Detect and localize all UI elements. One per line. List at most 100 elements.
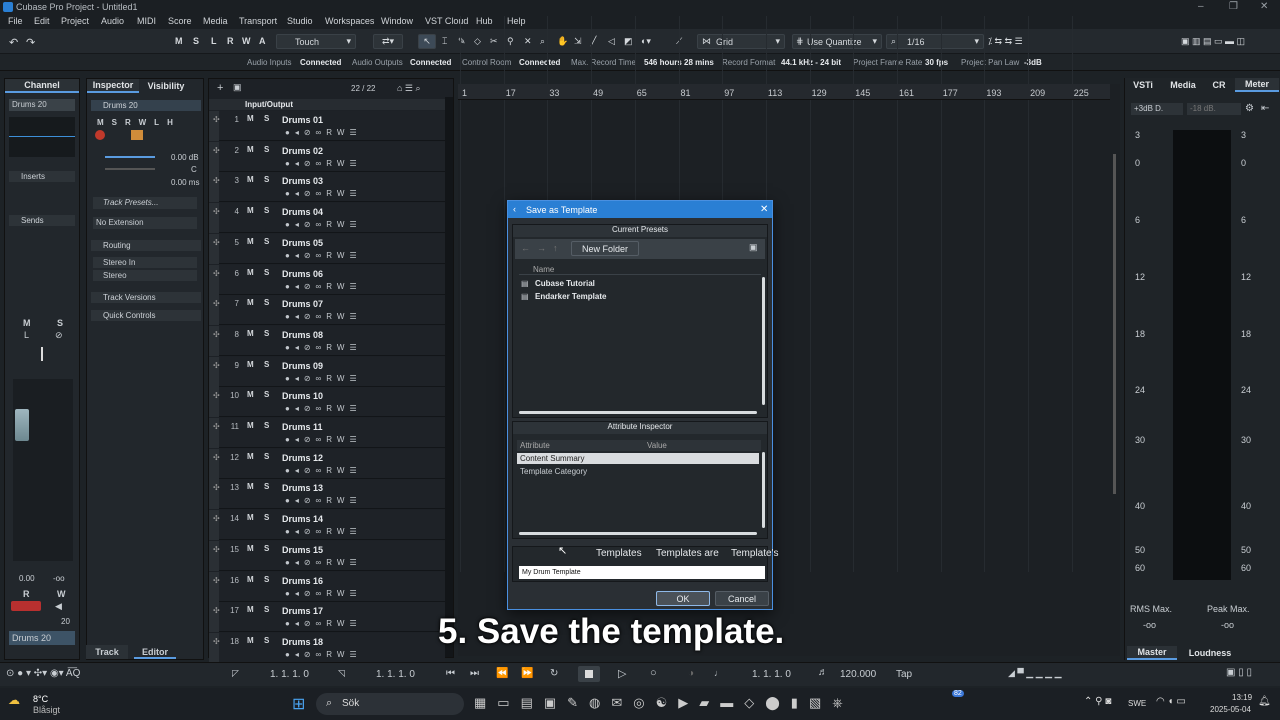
track-folder-icon[interactable]: ▣ <box>233 82 242 93</box>
tab-meter[interactable]: Meter <box>1235 78 1279 92</box>
channel-mute-button[interactable]: M <box>23 318 31 328</box>
play-tool-icon[interactable]: ◁ <box>608 36 615 47</box>
menu-audio[interactable]: Audio <box>101 16 124 26</box>
track-row[interactable]: ✣ 7 M S Drums 07 ●◂⊘∞RW☰ <box>209 295 445 326</box>
track-row[interactable]: ✣ 12 M S Drums 12 ●◂⊘∞RW☰ <box>209 448 445 479</box>
meter-db-select[interactable]: +3dB D. <box>1131 103 1183 115</box>
track-row[interactable]: ✣ 3 M S Drums 03 ●◂⊘∞RW☰ <box>209 172 445 203</box>
inspector-volume-slider[interactable] <box>105 156 155 158</box>
right-locator-icon[interactable]: ◹ <box>338 668 345 679</box>
track-row[interactable]: ✣ 8 M S Drums 08 ●◂⊘∞RW☰ <box>209 325 445 356</box>
ok-button[interactable]: OK <box>656 591 710 606</box>
maximize-icon[interactable]: ❐ <box>1229 1 1238 12</box>
track-solo-button[interactable]: S <box>264 390 269 399</box>
track-expand-icon[interactable]: ✣ <box>213 637 220 646</box>
tab-loudness[interactable]: Loudness <box>1185 646 1235 660</box>
track-expand-icon[interactable]: ✣ <box>213 545 220 554</box>
track-expand-icon[interactable]: ✣ <box>213 299 220 308</box>
color-menu-icon[interactable]: ◐▾ <box>641 36 651 47</box>
track-mute-button[interactable]: M <box>247 114 254 123</box>
track-expand-icon[interactable]: ✣ <box>213 207 220 216</box>
track-name[interactable]: Drums 15 <box>282 545 323 555</box>
track-mute-button[interactable]: M <box>247 175 254 184</box>
tab-cr[interactable]: CR <box>1207 78 1231 92</box>
tempo-track-icon[interactable]: ♬ <box>818 667 828 678</box>
track-expand-icon[interactable]: ✣ <box>213 422 220 431</box>
inspector-msrw-buttons[interactable]: MSRWLH <box>97 118 181 127</box>
layout-icons[interactable]: ▣ ▥ ▤ ▭ ▬ ◫ <box>1181 36 1245 47</box>
timeline-ruler[interactable]: 1 17 33 49 65 81 97 113 129 145 161 177 193 209 225 <box>458 84 1114 100</box>
pointer-tool-icon[interactable]: ↖ <box>418 34 436 49</box>
metronome-icon[interactable]: ♩ <box>714 668 723 678</box>
mute-mode-button[interactable]: M <box>175 36 183 46</box>
channel-read-button[interactable]: R <box>23 589 30 599</box>
track-mute-button[interactable]: M <box>247 482 254 491</box>
track-controls[interactable]: ●◂⊘∞RW☰ <box>285 558 362 567</box>
nav-forward-icon[interactable]: → <box>537 243 546 253</box>
right-locator-value[interactable]: 1. 1. 1. 0 <box>376 669 415 680</box>
track-expand-icon[interactable]: ✣ <box>213 606 220 615</box>
inspector-pan-slider[interactable] <box>105 168 155 170</box>
channel-pan-knob[interactable] <box>41 347 43 361</box>
track-controls[interactable]: ●◂⊘∞RW☰ <box>285 589 362 598</box>
track-expand-icon[interactable]: ✣ <box>213 176 220 185</box>
track-name[interactable]: Drums 05 <box>282 238 323 248</box>
track-row[interactable]: ✣ 5 M S Drums 05 ●◂⊘∞RW☰ <box>209 233 445 264</box>
track-controls[interactable]: ●◂⊘∞RW☰ <box>285 527 362 536</box>
channel-monitor-icon[interactable]: ◀ <box>55 601 62 612</box>
snap-type-select[interactable]: ⋈ Grid ▾ <box>697 34 785 49</box>
track-solo-button[interactable]: S <box>264 268 269 277</box>
track-solo-button[interactable]: S <box>264 421 269 430</box>
track-mute-button[interactable]: M <box>247 237 254 246</box>
track-solo-button[interactable]: S <box>264 482 269 491</box>
quantize-value-select[interactable]: ⌕ 1/16 ▾ <box>886 34 984 49</box>
routing-input-select[interactable]: Stereo In <box>93 257 197 268</box>
track-row[interactable]: ✣ 1 M S Drums 01 ●◂⊘∞RW☰ <box>209 111 445 141</box>
windows-start-icon[interactable]: ⊞ <box>292 694 305 714</box>
track-controls[interactable]: ●◂⊘∞RW☰ <box>285 282 362 291</box>
track-solo-button[interactable]: S <box>264 605 269 614</box>
track-name[interactable]: Drums 17 <box>282 606 323 616</box>
track-mute-button[interactable]: M <box>247 605 254 614</box>
menu-score[interactable]: Score <box>168 16 192 26</box>
track-row[interactable]: ✣ 13 M S Drums 13 ●◂⊘∞RW☰ <box>209 479 445 510</box>
track-solo-button[interactable]: S <box>264 145 269 154</box>
suggestion-item[interactable]: Templates <box>596 548 642 559</box>
track-solo-button[interactable]: S <box>264 329 269 338</box>
collapse-icon[interactable]: ⇤ <box>1261 103 1269 114</box>
track-name[interactable]: Drums 08 <box>282 330 323 340</box>
track-mute-button[interactable]: M <box>247 421 254 430</box>
tab-editor[interactable]: Editor <box>134 645 176 659</box>
taskbar-app-icons[interactable]: ▦▭▤▣✎◍✉◎☯▶▰▬◇⬤▮▧⎈ <box>474 695 854 711</box>
track-solo-button[interactable]: S <box>264 544 269 553</box>
track-mute-button[interactable]: M <box>247 390 254 399</box>
track-controls[interactable]: ●◂⊘∞RW☰ <box>285 650 362 659</box>
split-tool-icon[interactable]: ✂ <box>490 36 498 47</box>
track-name[interactable]: Drums 06 <box>282 269 323 279</box>
track-name[interactable]: Drums 14 <box>282 514 323 524</box>
tab-media[interactable]: Media <box>1163 78 1203 92</box>
track-expand-icon[interactable]: ✣ <box>213 483 220 492</box>
menu-file[interactable]: File <box>8 16 23 26</box>
tab-vsti[interactable]: VSTi <box>1127 78 1159 92</box>
zoom-tool-icon[interactable]: ⌕ <box>540 36 545 47</box>
channel-write-button[interactable]: W <box>57 589 66 599</box>
folder-track-row[interactable]: Input/Output <box>209 99 445 110</box>
new-folder-button[interactable]: New Folder <box>571 241 639 256</box>
taskbar-search[interactable]: ⌕ Sök <box>316 693 464 715</box>
weather-icon[interactable]: ☁ <box>8 693 20 707</box>
track-mute-button[interactable]: M <box>247 268 254 277</box>
track-list-scrollbar[interactable] <box>445 97 453 657</box>
presets-v-scrollbar[interactable] <box>762 277 765 405</box>
track-controls[interactable]: ●◂⊘∞RW☰ <box>285 189 362 198</box>
listen-mode-button[interactable]: L <box>211 36 217 46</box>
track-row[interactable]: ✣ 11 M S Drums 11 ●◂⊘∞RW☰ <box>209 418 445 448</box>
track-expand-icon[interactable]: ✣ <box>213 330 220 339</box>
quick-controls-section[interactable]: Quick Controls <box>91 310 201 321</box>
tab-master[interactable]: Master <box>1127 646 1177 660</box>
erase-tool-icon[interactable]: ◇ <box>474 36 481 47</box>
track-expand-icon[interactable]: ✣ <box>213 361 220 370</box>
preset-item[interactable]: ▤ Cubase Tutorial <box>521 279 751 291</box>
track-row[interactable]: ✣ 10 M S Drums 10 ●◂⊘∞RW☰ <box>209 387 445 418</box>
tempo-value[interactable]: 120.000 <box>840 669 876 680</box>
